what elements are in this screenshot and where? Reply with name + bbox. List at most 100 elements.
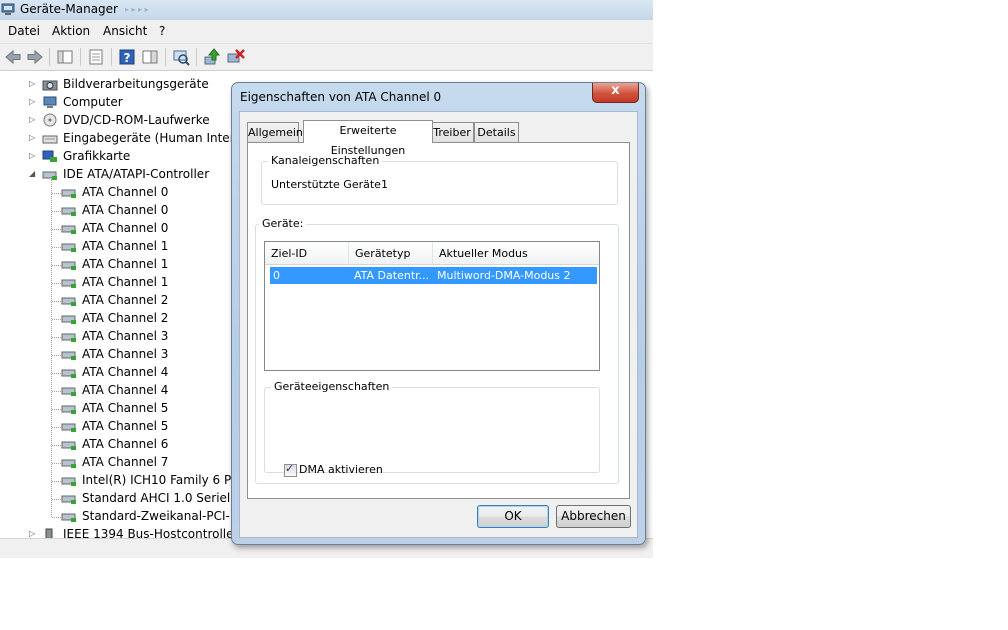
tab-panel: Kanaleigenschaften Unterstützte Geräte 1… xyxy=(247,142,630,499)
table-row[interactable]: 0 ATA Datentr... Multiword-DMA-Modus 2 xyxy=(270,267,597,284)
collapse-arrow-icon[interactable]: ◢ xyxy=(29,169,37,179)
menu-aktion[interactable]: Aktion xyxy=(52,24,90,38)
tree-item-ide-child[interactable]: ATA Channel 7 xyxy=(0,453,240,471)
tree-connector xyxy=(52,427,61,428)
tree-item-ide-child[interactable]: ATA Channel 1 xyxy=(0,237,240,255)
properties-icon[interactable] xyxy=(86,47,106,67)
dma-checkbox-label[interactable]: DMA aktivieren xyxy=(299,463,383,476)
cancel-button[interactable]: Abbrechen xyxy=(556,505,631,528)
tree-item-label: ATA Channel 3 xyxy=(82,347,169,361)
tree-item-ide-child[interactable]: Standard AHCI 1.0 Serieller-A xyxy=(0,489,257,507)
tree-item-ide-child[interactable]: ATA Channel 4 xyxy=(0,363,240,381)
tree-category[interactable]: ▷ DVD/CD-ROM-Laufwerke xyxy=(0,111,240,129)
tree-item-ide-child[interactable]: ATA Channel 0 xyxy=(0,219,240,237)
title-bar: Geräte-Manager ▸ ▸ ▸ ▸ xyxy=(0,0,653,20)
expand-arrow-icon[interactable]: ▷ xyxy=(29,529,37,538)
cell-aktueller-modus: Multiword-DMA-Modus 2 xyxy=(437,269,571,282)
menu-ansicht[interactable]: Ansicht xyxy=(103,24,147,38)
toolbar-separator xyxy=(49,48,50,66)
dma-checkbox[interactable]: ✓ xyxy=(284,462,297,477)
properties-dialog: Eigenschaften von ATA Channel 0 x Allgem… xyxy=(231,82,646,545)
tree-item-ide-child[interactable]: ATA Channel 2 xyxy=(0,291,240,309)
tree-item-ide-child[interactable]: ATA Channel 5 xyxy=(0,417,240,435)
forward-arrow-icon[interactable] xyxy=(25,47,45,67)
show-hide-tree-icon[interactable] xyxy=(55,47,75,67)
tab-allgemein[interactable]: Allgemein xyxy=(247,122,303,142)
menu-datei[interactable]: Datei xyxy=(8,24,40,38)
ide-controller-icon xyxy=(61,189,76,198)
expand-arrow-icon[interactable]: ▷ xyxy=(29,133,37,143)
ide-controller-icon xyxy=(61,333,76,342)
column-header-ziel-id[interactable]: Ziel-ID xyxy=(265,242,349,265)
back-arrow-icon[interactable] xyxy=(3,47,23,67)
tree-item-ide-child[interactable]: ATA Channel 0 xyxy=(0,183,240,201)
ide-controller-icon xyxy=(61,477,76,486)
tree-connector xyxy=(52,391,61,392)
tab-treiber[interactable]: Treiber xyxy=(430,122,474,142)
tree-item-ide-child[interactable]: ATA Channel 6 xyxy=(0,435,240,453)
help-icon[interactable]: ? xyxy=(117,47,137,67)
tree-category[interactable]: ◢ IDE ATA/ATAPI-Controller xyxy=(0,165,240,183)
devices-group: Geräte: Ziel-ID Gerätetyp Aktueller Modu… xyxy=(255,217,619,484)
tree-connector xyxy=(52,409,61,410)
ide-controller-icon xyxy=(61,243,76,252)
tree-item-label: Intel(R) ICH10 Family 6 Port xyxy=(82,473,248,487)
tree-category[interactable]: ▷ Computer xyxy=(0,93,240,111)
update-driver-icon[interactable] xyxy=(202,47,222,67)
tree-connector xyxy=(51,179,52,517)
ide-controller-icon xyxy=(61,297,76,306)
checkmark-icon: ✓ xyxy=(285,462,295,475)
expand-arrow-icon[interactable]: ▷ xyxy=(29,151,37,161)
scan-hardware-icon[interactable] xyxy=(171,47,191,67)
tree-item-label: Bildverarbeitungsgeräte xyxy=(63,77,209,91)
tree-item-label: ATA Channel 4 xyxy=(82,365,169,379)
tree-item-label: ATA Channel 0 xyxy=(82,221,169,235)
tree-category[interactable]: ▷ Grafikkarte xyxy=(0,147,240,165)
tree-connector xyxy=(52,283,61,284)
menu-help[interactable]: ? xyxy=(159,24,165,38)
tree-item-label: Grafikkarte xyxy=(63,149,131,163)
keyboard-icon xyxy=(42,135,58,144)
cell-ziel-id: 0 xyxy=(273,269,280,282)
tree-item-ide-child[interactable]: ATA Channel 1 xyxy=(0,273,240,291)
tree-item-ide-child[interactable]: ATA Channel 5 xyxy=(0,399,240,417)
tree-category[interactable]: ▷ Bildverarbeitungsgeräte xyxy=(0,75,240,93)
ide-controller-icon xyxy=(61,207,76,216)
tree-connector xyxy=(52,211,61,212)
device-properties-group: Geräteeigenschaften xyxy=(264,380,600,473)
supported-devices-label: Unterstützte Geräte xyxy=(271,178,381,191)
tree-item-ide-child[interactable]: ATA Channel 3 xyxy=(0,327,240,345)
expand-arrow-icon[interactable]: ▷ xyxy=(29,115,37,125)
dialog-body: Allgemein Erweiterte Einstellungen Treib… xyxy=(239,111,638,538)
tree-item-label: ATA Channel 4 xyxy=(82,383,169,397)
uninstall-icon[interactable] xyxy=(226,47,246,67)
camera-icon xyxy=(42,80,58,91)
ide-controller-icon xyxy=(61,441,76,450)
ide-controller-icon xyxy=(61,495,76,504)
expand-arrow-icon[interactable]: ▷ xyxy=(29,79,37,89)
tree-item-ide-child[interactable]: ATA Channel 3 xyxy=(0,345,240,363)
tree-connector xyxy=(52,265,61,266)
ok-button[interactable]: OK xyxy=(477,505,549,528)
close-button[interactable]: x xyxy=(592,83,639,103)
expand-arrow-icon[interactable]: ▷ xyxy=(29,97,37,107)
tree-connector xyxy=(52,463,61,464)
devices-list[interactable]: Ziel-ID Gerätetyp Aktueller Modus 0 ATA … xyxy=(264,241,600,371)
tab-erweiterte-einstellungen[interactable]: Erweiterte Einstellungen xyxy=(303,120,433,157)
tree-category[interactable]: ▷ Eingabegeräte (Human Interface xyxy=(0,129,260,147)
tree-item-label: IDE ATA/ATAPI-Controller xyxy=(63,167,210,181)
tree-item-ide-child[interactable]: ATA Channel 2 xyxy=(0,309,240,327)
action-pane-icon[interactable] xyxy=(140,47,160,67)
tree-item-ide-child[interactable]: Intel(R) ICH10 Family 6 Port xyxy=(0,471,248,489)
tree-item-ide-child[interactable]: Standard-Zweikanal-PCI-IDE xyxy=(0,507,250,525)
tab-details[interactable]: Details xyxy=(474,122,519,142)
window-title: Geräte-Manager xyxy=(20,2,118,16)
column-header-aktueller-modus[interactable]: Aktueller Modus xyxy=(433,242,599,265)
column-header-geraetetyp[interactable]: Gerätetyp xyxy=(349,242,433,265)
tree-item-ide-child[interactable]: ATA Channel 4 xyxy=(0,381,240,399)
tree-item-ide-child[interactable]: ATA Channel 1 xyxy=(0,255,240,273)
display-adapter-icon xyxy=(42,150,57,162)
tree-item-ide-child[interactable]: ATA Channel 0 xyxy=(0,201,240,219)
tree-category[interactable]: ▷ IEEE 1394 Bus-Hostcontroller xyxy=(0,525,240,538)
tree-item-label: ATA Channel 6 xyxy=(82,437,169,451)
